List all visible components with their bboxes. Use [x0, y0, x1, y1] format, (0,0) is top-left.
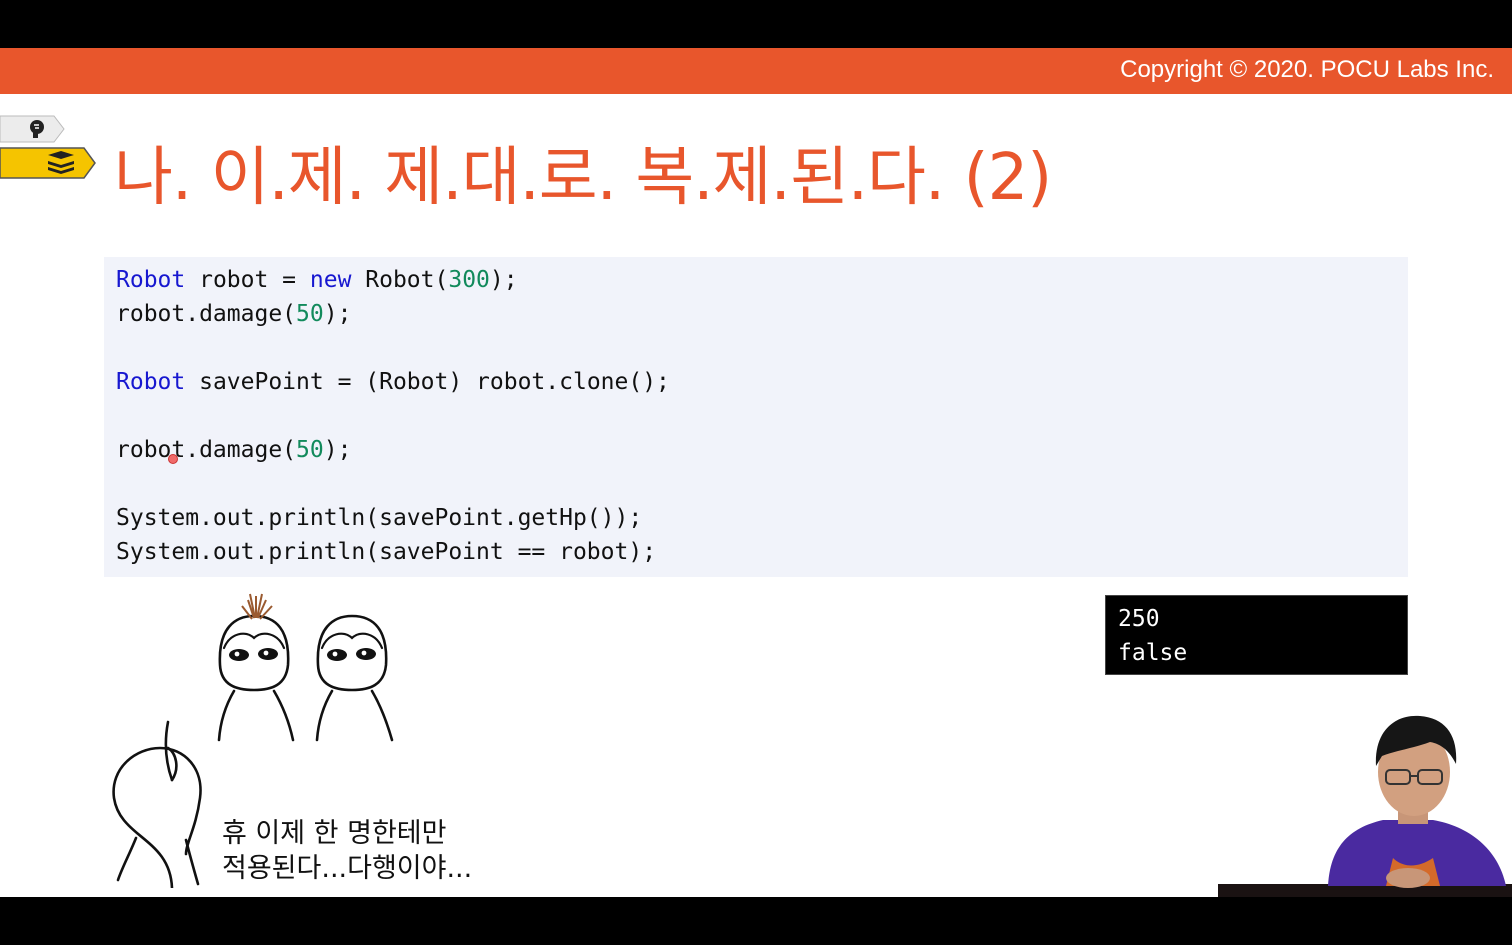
copyright-text: Copyright © 2020. POCU Labs Inc.	[1120, 56, 1494, 83]
header-bar: Copyright © 2020. POCU Labs Inc.	[0, 48, 1512, 94]
slide-title: 나. 이.제. 제.대.로. 복.제.된.다. (2)	[114, 141, 1052, 215]
code-token: );	[489, 267, 518, 293]
code-token: );	[323, 437, 352, 463]
code-line-4: Robot savePoint = (Robot) robot.clone();	[116, 365, 670, 399]
caption-line-2: 적용된다...다행이야...	[222, 853, 473, 884]
output-lines: 250 false	[1118, 602, 1187, 670]
console-output: 250 false	[1105, 595, 1408, 675]
code-token: robot =	[185, 267, 310, 293]
code-token: robot.damage(	[116, 301, 297, 327]
code-token: 50	[296, 301, 324, 327]
code-token: Robot(	[351, 267, 449, 293]
code-line-2: robot.damage(50);	[116, 297, 670, 331]
code-line-1: Robot robot = new Robot(300);	[116, 263, 670, 297]
code-token: 300	[448, 267, 490, 293]
code-line-9: System.out.println(savePoint == robot);	[116, 539, 657, 565]
book-stack-icon	[0, 147, 96, 179]
brain-icon	[0, 115, 65, 143]
code-line-6: robot.damage(50);	[116, 433, 670, 467]
code-token: Robot	[116, 267, 186, 293]
code-token: robot.damage(	[116, 437, 297, 463]
code-token: Robot	[116, 369, 186, 395]
code-line-8: System.out.println(savePoint.getHp());	[116, 505, 643, 531]
code-token: );	[323, 301, 352, 327]
letterbox-top	[0, 0, 1512, 48]
caption-line-1: 휴 이제 한 명한테만	[222, 818, 447, 849]
code-token: 50	[296, 437, 324, 463]
letterbox-bottom	[0, 897, 1512, 945]
mouse-cursor-icon	[168, 454, 178, 464]
nav-tab-brain[interactable]	[0, 114, 66, 144]
presenter-video-overlay	[1218, 715, 1512, 897]
comic-caption: 휴 이제 한 명한테만 적용된다...다행이야...	[222, 816, 472, 886]
output-line-1: 250	[1118, 606, 1160, 632]
code-lines: Robot robot = new Robot(300); robot.dama…	[116, 263, 670, 569]
slide: Copyright © 2020. POCU Labs Inc. 나. 이.제.…	[0, 48, 1512, 897]
output-line-2: false	[1118, 640, 1188, 666]
code-token: new	[309, 267, 352, 293]
code-token: savePoint = (Robot) robot.clone();	[185, 369, 670, 395]
code-block: Robot robot = new Robot(300); robot.dama…	[104, 257, 1408, 577]
nav-tab-book[interactable]	[0, 146, 96, 180]
